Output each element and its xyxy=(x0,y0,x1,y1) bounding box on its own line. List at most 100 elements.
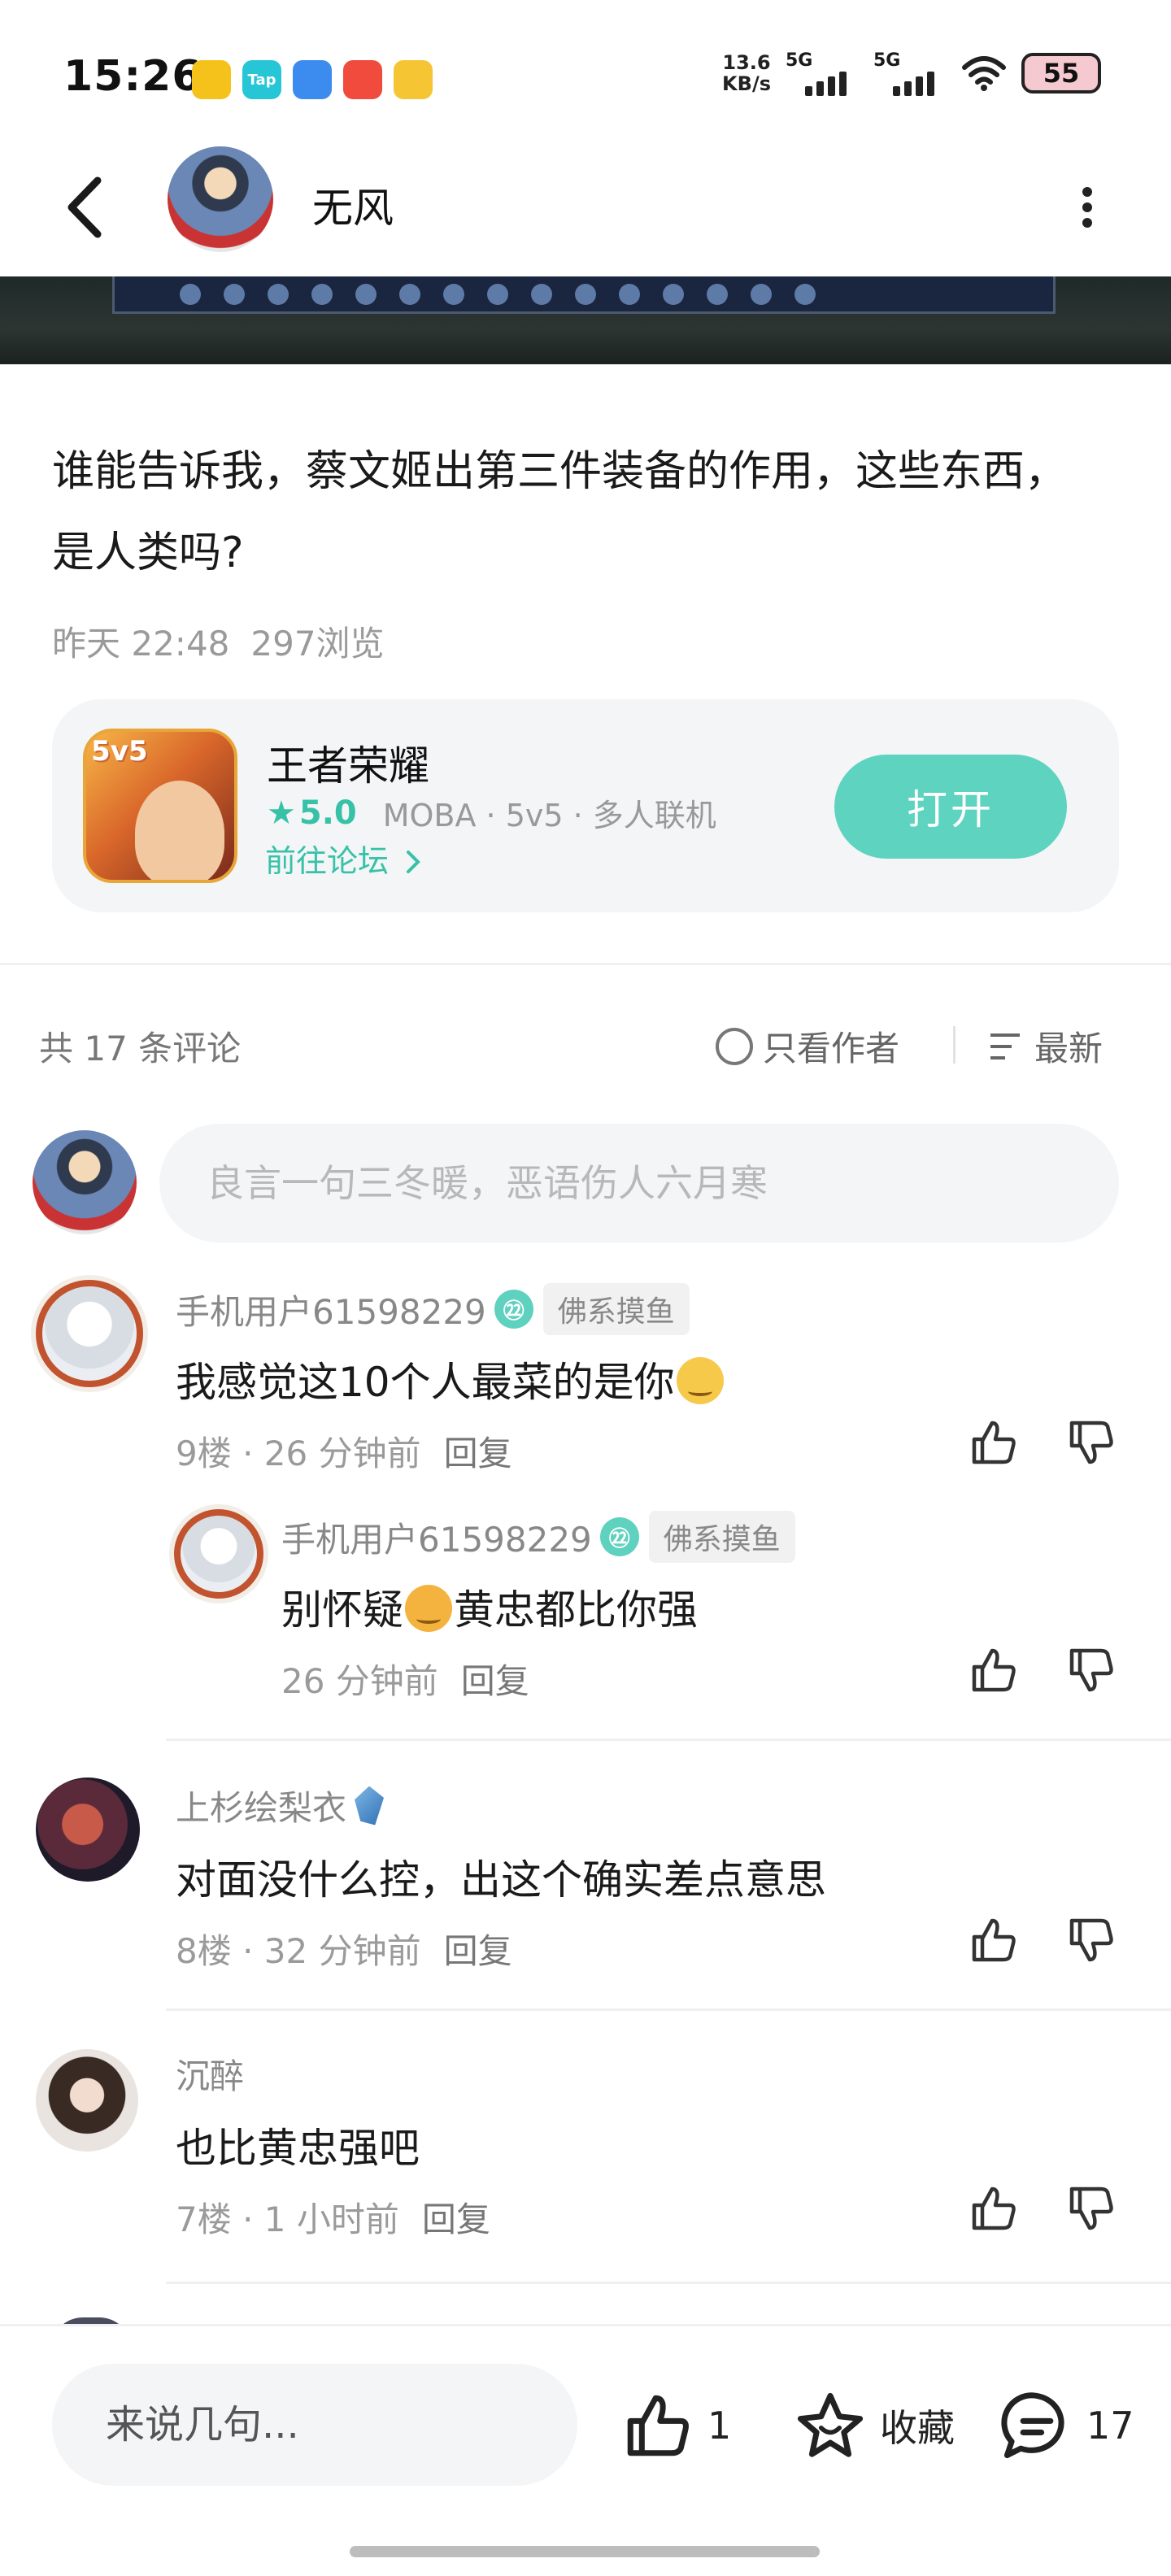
thumbs-down-icon[interactable] xyxy=(1065,2182,1117,2234)
thumbs-up-icon[interactable] xyxy=(968,1914,1020,1966)
section-divider xyxy=(0,963,1171,965)
floor-number: 7楼 xyxy=(176,2200,232,2239)
open-game-button[interactable]: 打开 xyxy=(834,755,1067,859)
comment-meta: 26 分钟前 回复 xyxy=(281,1654,529,1704)
commenter-name[interactable]: 手机用户61598229 ㉒ 佛系摸鱼 xyxy=(176,1283,690,1335)
reply-button[interactable]: 回复 xyxy=(422,2200,490,2239)
comment-actions xyxy=(968,2182,1117,2234)
thumbs-down-icon[interactable] xyxy=(1065,1416,1117,1469)
commenter-name-text: 上杉绘梨衣 xyxy=(176,1788,347,1828)
comment-time: 26 分钟前 xyxy=(281,1661,438,1701)
forum-link[interactable]: 前往论坛 xyxy=(265,836,423,881)
commenter-name[interactable]: 手机用户61598229 ㉒ 佛系摸鱼 xyxy=(281,1511,795,1563)
status-bar: 15:26 Tap 13.6 KB/s 5G 5G 55 xyxy=(0,0,1171,138)
game-rating-score: 5.0 xyxy=(298,794,357,832)
reply-button[interactable]: 回复 xyxy=(444,1434,512,1473)
net-speed-unit: KB/s xyxy=(722,72,771,95)
comment-text: 别怀疑 黄忠都比你强 xyxy=(281,1577,698,1636)
taptap-icon: Tap xyxy=(242,60,281,99)
author-name[interactable]: 无风 xyxy=(312,176,394,234)
comment-text-part: 黄忠都比你强 xyxy=(454,1586,698,1634)
post-views: 297浏览 xyxy=(250,624,385,664)
title-badge: 佛系摸鱼 xyxy=(648,1511,795,1563)
crystal-badge-icon xyxy=(355,1786,385,1825)
game-rating: ★ 5.0 MOBA · 5v5 · 多人联机 xyxy=(267,790,716,835)
comment-text-part: 别怀疑 xyxy=(281,1586,403,1634)
post-title: 谁能告诉我，蔡文姬出第三件装备的作用，这些东西，是人类吗? xyxy=(52,447,1068,577)
commenter-name[interactable]: 上杉绘梨衣 xyxy=(176,1781,385,1830)
commenter-avatar[interactable] xyxy=(36,2049,138,2152)
comment-time: 32 分钟前 xyxy=(263,1931,421,1971)
commenter-avatar[interactable] xyxy=(174,1509,263,1599)
game-app-icon[interactable]: 5v5 xyxy=(83,729,237,883)
comment-divider xyxy=(166,1738,1171,1741)
status-time: 15:26 xyxy=(63,52,202,101)
author-only-label: 只看作者 xyxy=(763,1029,900,1068)
game-name[interactable]: 王者荣耀 xyxy=(267,733,429,792)
status-right: 13.6 KB/s 5G 5G 55 xyxy=(722,50,1101,96)
level-badge-icon: ㉒ xyxy=(494,1290,533,1329)
comment-item: 上杉绘梨衣 对面没什么控，出这个确实差点意思 8楼 · 32 分钟前 回复 xyxy=(0,1773,1171,1984)
like-count: 1 xyxy=(707,2404,732,2448)
comment-input[interactable] xyxy=(159,1124,1119,1242)
comment-text: 也比黄忠强吧 xyxy=(176,2125,420,2172)
net-speed-value: 13.6 xyxy=(722,51,771,74)
comment-actions xyxy=(968,1416,1117,1469)
signal-icon: 5G xyxy=(786,50,859,96)
author-avatar[interactable] xyxy=(168,146,273,252)
comment-divider xyxy=(166,2008,1171,2011)
commenter-name-text: 手机用户61598229 xyxy=(281,1519,592,1560)
sort-button[interactable]: 最新 xyxy=(990,1021,1103,1071)
app-icon xyxy=(394,60,433,99)
network-speed: 13.6 KB/s xyxy=(722,52,771,94)
thumbs-up-icon xyxy=(627,2395,689,2456)
author-only-toggle[interactable]: 只看作者 xyxy=(716,1021,899,1071)
chevron-right-icon xyxy=(407,851,420,873)
thumbs-up-icon[interactable] xyxy=(968,1644,1020,1696)
post-meta: 昨天 22:48 297浏览 xyxy=(52,616,385,666)
comment-meta: 7楼 · 1 小时前 回复 xyxy=(176,2200,490,2239)
game-hud-image xyxy=(112,276,1056,314)
comment-text-part: 我感觉这10个人最菜的是你 xyxy=(176,1359,675,1406)
thumbs-up-icon[interactable] xyxy=(968,1416,1020,1469)
bottom-action-bar: 1 收藏 17 xyxy=(0,2324,1171,2576)
commenter-avatar[interactable] xyxy=(36,1280,143,1387)
commenter-name[interactable]: 沉醉 xyxy=(176,2049,244,2099)
comment-time: 1 小时前 xyxy=(263,2200,399,2239)
wifi-icon xyxy=(962,56,1006,91)
comments-button[interactable]: 17 xyxy=(1000,2385,1134,2466)
home-indicator[interactable] xyxy=(350,2546,820,2557)
game-card[interactable]: 5v5 王者荣耀 ★ 5.0 MOBA · 5v5 · 多人联机 前往论坛 打开 xyxy=(52,699,1119,912)
reply-button[interactable]: 回复 xyxy=(444,1931,512,1971)
tap-label: Tap xyxy=(247,71,276,89)
back-arrow-icon[interactable] xyxy=(57,171,114,244)
sim2-generation: 5G xyxy=(873,50,901,71)
reply-button[interactable]: 回复 xyxy=(461,1661,529,1701)
comment-item: 沉醉 也比黄忠强吧 7楼 · 1 小时前 回复 xyxy=(0,2041,1171,2252)
thumbs-down-icon[interactable] xyxy=(1065,1914,1117,1966)
like-button[interactable]: 1 xyxy=(621,2385,731,2466)
title-badge: 佛系摸鱼 xyxy=(542,1283,690,1335)
comment-divider xyxy=(166,2282,1171,2284)
thumbs-up-icon[interactable] xyxy=(968,2182,1020,2234)
post-image[interactable] xyxy=(0,276,1171,364)
game-icon-tag: 5v5 xyxy=(91,735,148,768)
floor-number: 8楼 xyxy=(176,1931,232,1971)
favorite-button[interactable]: 收藏 xyxy=(794,2385,955,2466)
sort-icon xyxy=(990,1032,1023,1061)
commenter-name-text: 手机用户61598229 xyxy=(176,1291,486,1332)
signal-icon: 5G xyxy=(873,50,947,96)
commenter-avatar[interactable] xyxy=(36,1778,140,1882)
thumbs-down-icon[interactable] xyxy=(1065,1644,1117,1696)
comment-item: 手机用户61598229 ㉒ 佛系摸鱼 我感觉这10个人最菜的是你 9楼 · 2… xyxy=(0,1268,1171,1480)
grin-emoji-icon xyxy=(676,1357,724,1404)
floor-number: 9楼 xyxy=(176,1434,232,1473)
sort-label: 最新 xyxy=(1034,1029,1104,1068)
app-icon xyxy=(293,60,332,99)
battery-indicator: 55 xyxy=(1021,53,1101,94)
comment-time: 26 分钟前 xyxy=(263,1434,421,1473)
comment-total: 17 xyxy=(1086,2404,1134,2448)
more-options-icon[interactable] xyxy=(1075,179,1099,236)
comment-text: 我感觉这10个人最菜的是你 xyxy=(176,1350,725,1408)
quick-comment-input[interactable] xyxy=(52,2364,577,2486)
